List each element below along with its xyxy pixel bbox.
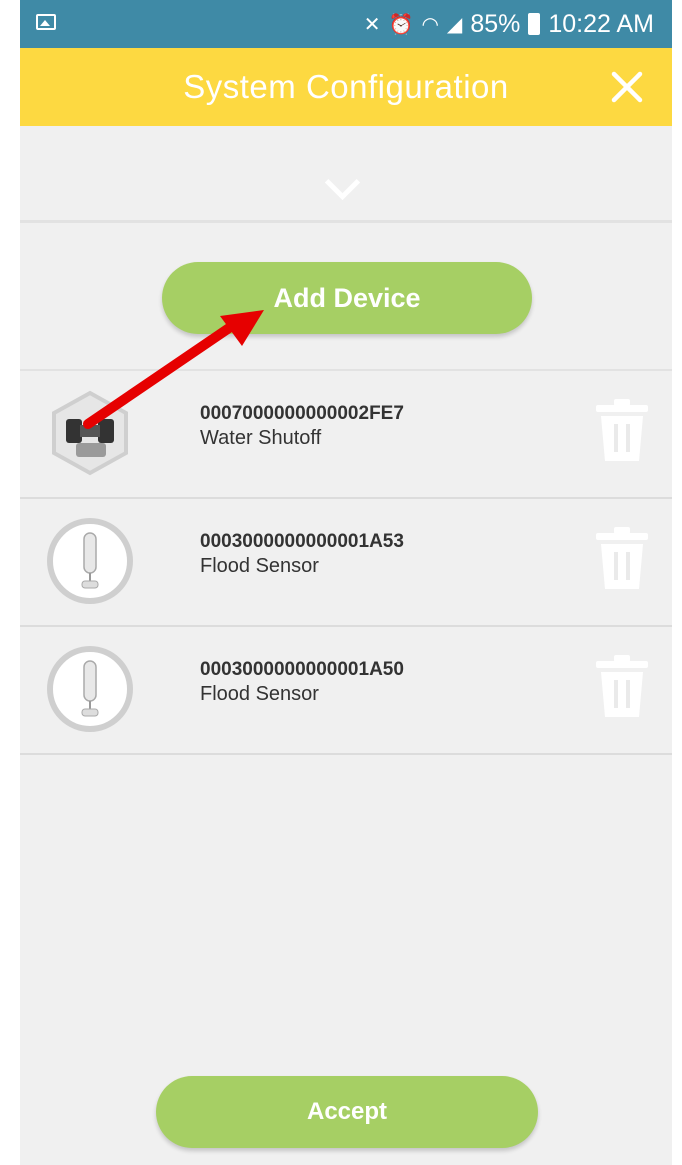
app-screen: ✕ ⏰ ◠ ◢ 85% 10:22 AM System Configuratio… (20, 0, 672, 1165)
chevron-down-icon (324, 164, 361, 201)
close-button[interactable] (600, 60, 654, 114)
page-title: System Configuration (183, 68, 509, 105)
device-type: Water Shutoff (200, 427, 322, 449)
alarm-icon: ⏰ (388, 13, 414, 36)
trash-icon[interactable] (594, 653, 650, 719)
add-device-button[interactable]: Add Device (162, 262, 532, 334)
flood-sensor-icon (47, 646, 133, 732)
signal-icon: ◢ (446, 13, 463, 36)
close-icon (611, 71, 643, 103)
flood-sensor-icon (47, 518, 133, 604)
image-notification-icon (36, 14, 56, 30)
device-id: 0007000000000002FE7 (200, 403, 404, 424)
device-row[interactable]: 0003000000000001A50 Flood Sensor (20, 627, 672, 755)
trash-icon[interactable] (594, 397, 650, 463)
accept-button[interactable]: Accept (156, 1076, 538, 1148)
device-row[interactable]: 0003000000000001A53 Flood Sensor (20, 499, 672, 627)
status-indicators: ✕ ⏰ ◠ ◢ 85% 10:22 AM (364, 0, 654, 48)
device-type: Flood Sensor (200, 555, 319, 577)
device-type: Flood Sensor (200, 683, 319, 705)
water-shutoff-icon (52, 390, 128, 476)
device-row[interactable]: 0007000000000002FE7 Water Shutoff (20, 371, 672, 499)
trash-icon[interactable] (594, 525, 650, 591)
battery-icon (528, 13, 541, 35)
status-time: 10:22 AM (548, 9, 654, 38)
app-bar: System Configuration (20, 48, 672, 126)
status-bar: ✕ ⏰ ◠ ◢ 85% 10:22 AM (20, 0, 672, 48)
wifi-icon: ◠ (421, 13, 439, 36)
device-id: 0003000000000001A50 (200, 659, 404, 680)
mute-icon: ✕ (363, 13, 381, 36)
device-id: 0003000000000001A53 (200, 531, 404, 552)
expand-toggle[interactable] (20, 126, 672, 223)
battery-percent: 85% (470, 9, 521, 38)
